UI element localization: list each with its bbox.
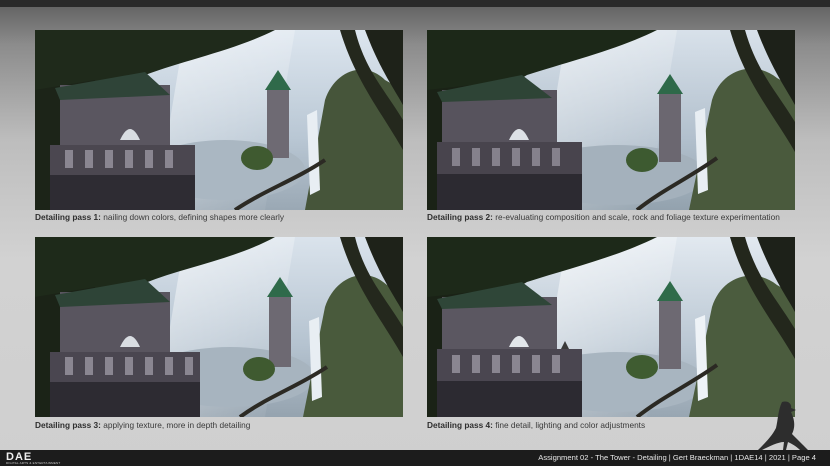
- footer-bar: DAE DIGITAL ARTS & ENTERTAINMENT Assignm…: [0, 450, 830, 466]
- caption-title: Detailing pass 4:: [427, 420, 493, 430]
- caption-text: re-evaluating composition and scale, roc…: [492, 212, 780, 222]
- top-bar: [0, 0, 830, 7]
- caption-text: fine detail, lighting and color adjustme…: [492, 420, 646, 430]
- painting-image: [427, 30, 795, 210]
- painting-pass-4: [427, 237, 795, 417]
- caption-pass-1: Detailing pass 1: nailing down colors, d…: [35, 212, 284, 222]
- caption-pass-2: Detailing pass 2: re-evaluating composit…: [427, 212, 780, 222]
- painting-pass-2: [427, 30, 795, 210]
- dae-logo: DAE DIGITAL ARTS & ENTERTAINMENT: [6, 451, 66, 465]
- caption-text: applying texture, more in depth detailin…: [100, 420, 251, 430]
- painting-image: [35, 30, 403, 210]
- caption-title: Detailing pass 1:: [35, 212, 101, 222]
- painting-pass-3: [35, 237, 403, 417]
- painting-pass-1: [35, 30, 403, 210]
- crow-silhouette: [758, 401, 808, 450]
- caption-pass-4: Detailing pass 4: fine detail, lighting …: [427, 420, 645, 430]
- painting-image: [427, 237, 795, 417]
- caption-pass-3: Detailing pass 3: applying texture, more…: [35, 420, 250, 430]
- caption-text: nailing down colors, defining shapes mor…: [100, 212, 285, 222]
- caption-title: Detailing pass 2:: [427, 212, 493, 222]
- painting-image: [35, 237, 403, 417]
- logo-subtext: DIGITAL ARTS & ENTERTAINMENT: [6, 461, 61, 465]
- caption-title: Detailing pass 3:: [35, 420, 101, 430]
- footer-info: Assignment 02 - The Tower - Detailing | …: [538, 453, 816, 462]
